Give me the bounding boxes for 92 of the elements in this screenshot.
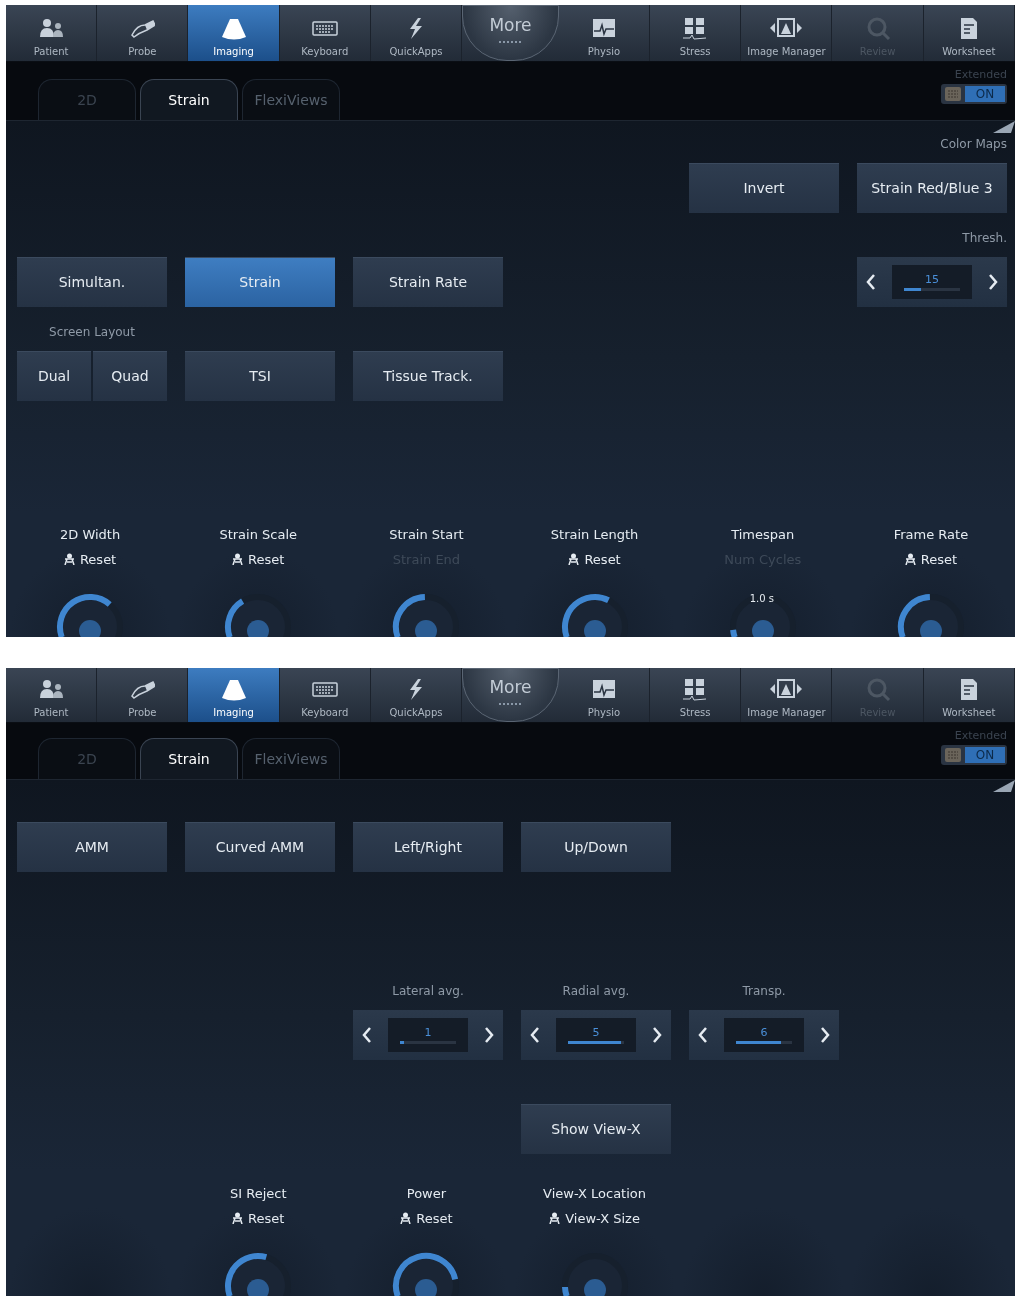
person-icon xyxy=(549,1212,561,1224)
toolbar-button[interactable]: Image Manager xyxy=(741,5,833,62)
caption-label: Transp. xyxy=(742,984,786,998)
grid-icon xyxy=(682,17,709,42)
stepper-control[interactable]: 6 xyxy=(689,1010,839,1060)
person-icon xyxy=(232,553,244,565)
caption-label: Thresh. xyxy=(962,231,1007,245)
knob-label: Strain Length xyxy=(550,527,639,544)
dots-icon xyxy=(498,701,523,708)
stepper-control[interactable]: 15 xyxy=(857,257,1007,307)
stepper-control[interactable]: 5 xyxy=(521,1010,671,1060)
knob-label: Strain Start xyxy=(389,527,464,544)
button[interactable]: Strain Rate xyxy=(353,257,503,307)
fan-beam-icon xyxy=(220,17,247,42)
toolbar-button[interactable]: Image Manager xyxy=(741,668,833,723)
dots-icon xyxy=(498,39,523,46)
reset-button[interactable]: Reset xyxy=(568,549,621,569)
chevron-left-icon xyxy=(697,1026,709,1044)
more-button[interactable]: More xyxy=(462,5,559,62)
grid-icon xyxy=(945,87,961,102)
extended-label: Extended xyxy=(954,729,1007,743)
knob-value: 1.0 s xyxy=(749,593,775,604)
knob-label: SI Reject xyxy=(229,1186,287,1203)
chevron-left-icon xyxy=(529,1026,541,1044)
reset-button[interactable]: Reset xyxy=(232,1208,285,1228)
slider-value: 6 xyxy=(760,1026,768,1039)
toolbar-button[interactable]: Patient xyxy=(6,668,98,723)
chevron-right-icon xyxy=(819,1026,831,1044)
toolbar-button[interactable]: Physio xyxy=(558,668,651,723)
toolbar-button[interactable]: Physio xyxy=(558,5,651,62)
tab[interactable]: Strain xyxy=(140,79,238,120)
toolbar-button[interactable]: Imaging xyxy=(188,5,280,62)
caption-label: Radial avg. xyxy=(562,984,630,998)
button[interactable]: Invert xyxy=(689,163,839,213)
caption-label: Screen Layout xyxy=(49,325,135,339)
caption-label: Color Maps xyxy=(940,137,1007,151)
person-icon xyxy=(904,553,916,565)
knob-label: Timespan xyxy=(731,527,795,544)
chevron-left-icon xyxy=(865,273,877,291)
reset-button[interactable]: Reset xyxy=(63,549,117,569)
toolbar-button[interactable]: Stress xyxy=(650,668,742,723)
reset-button[interactable]: Reset xyxy=(232,549,285,569)
toolbar-button[interactable]: Keyboard xyxy=(279,668,371,723)
reset-button[interactable]: Reset xyxy=(400,1208,453,1228)
caption-label: Lateral avg. xyxy=(392,984,464,998)
knob-label: Frame Rate xyxy=(893,527,969,544)
extended-label: Extended xyxy=(954,68,1007,82)
button[interactable]: Strain Red/Blue 3 xyxy=(857,163,1007,213)
button[interactable]: Strain xyxy=(185,257,335,307)
slider-value: 15 xyxy=(925,273,939,286)
button[interactable]: Simultan. xyxy=(17,257,167,307)
slider-value: 5 xyxy=(592,1026,600,1039)
toolbar-button[interactable]: Worksheet xyxy=(923,668,1015,723)
person-icon xyxy=(568,553,580,565)
more-button[interactable]: More xyxy=(462,668,559,723)
knob-label: View-X Location xyxy=(543,1186,647,1203)
button[interactable]: TSI xyxy=(185,351,335,401)
layout-button[interactable]: Dual xyxy=(17,351,91,401)
slider-value: 1 xyxy=(424,1026,432,1039)
button[interactable]: Up/Down xyxy=(521,822,671,872)
button[interactable]: Curved AMM xyxy=(185,822,335,872)
reset-button[interactable]: Reset xyxy=(904,549,958,569)
button[interactable]: AMM xyxy=(17,822,167,872)
grid-icon xyxy=(682,678,709,703)
reset-button[interactable]: View-X Size xyxy=(549,1208,640,1228)
button[interactable]: Tissue Track. xyxy=(353,351,503,401)
layout-button[interactable]: Quad xyxy=(93,351,167,401)
tab[interactable]: Strain xyxy=(140,738,238,779)
grid-icon xyxy=(945,748,961,763)
stepper-control[interactable]: 1 xyxy=(353,1010,503,1060)
toolbar-button[interactable]: Stress xyxy=(650,5,742,62)
toolbar-button[interactable]: Patient xyxy=(6,5,98,62)
person-icon xyxy=(63,553,75,565)
toolbar-button[interactable]: QuickApps xyxy=(370,668,463,723)
chevron-left-icon xyxy=(361,1026,373,1044)
chevron-right-icon xyxy=(651,1026,663,1044)
knob-label: Power xyxy=(406,1186,447,1203)
button[interactable]: Show View-X xyxy=(521,1104,671,1154)
toolbar-button[interactable]: Worksheet xyxy=(923,5,1015,62)
chevron-right-icon xyxy=(987,273,999,291)
chevron-right-icon xyxy=(483,1026,495,1044)
toolbar-button[interactable]: Keyboard xyxy=(279,5,371,62)
toolbar-button[interactable]: Imaging xyxy=(188,668,280,723)
page-corner-icon xyxy=(993,121,1015,133)
page-corner-icon xyxy=(993,780,1015,792)
person-icon xyxy=(232,1212,244,1224)
knob-label: Strain Scale xyxy=(219,527,298,544)
toolbar-button[interactable]: QuickApps xyxy=(370,5,463,62)
person-icon xyxy=(400,1212,412,1224)
button[interactable]: Left/Right xyxy=(353,822,503,872)
fan-beam-icon xyxy=(220,678,247,703)
knob-label: 2D Width xyxy=(60,527,121,544)
